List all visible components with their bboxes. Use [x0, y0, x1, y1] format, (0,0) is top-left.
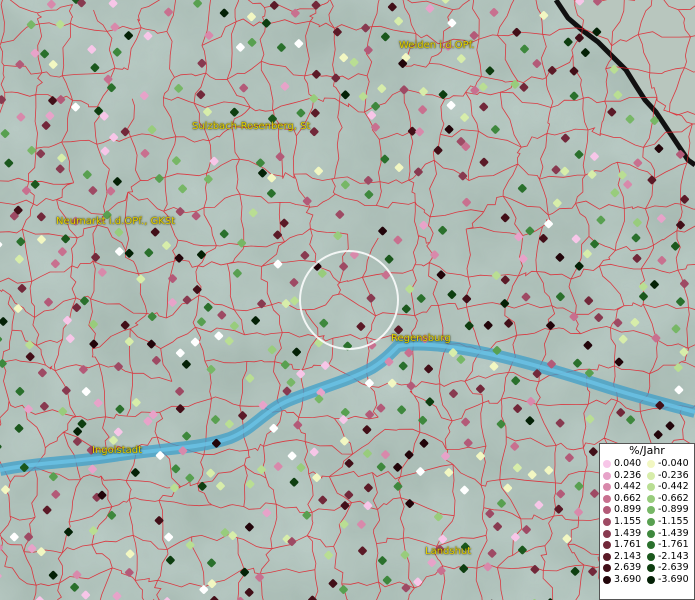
legend-swatch-negative	[647, 517, 655, 526]
legend-row: 0.236 -0.236	[600, 470, 694, 482]
legend-swatch-positive	[603, 460, 611, 468]
legend-swatch-positive	[603, 471, 611, 480]
legend-swatch-positive	[603, 541, 611, 550]
legend-value-positive: 2.639	[614, 562, 642, 574]
legend-swatch-positive	[603, 483, 611, 492]
legend-row: 3.690 -3.690	[600, 574, 694, 586]
legend-value-negative: -0.899	[658, 504, 689, 516]
legend-row: 0.442 -0.442	[600, 481, 694, 493]
map-view[interactable]: Weiden i.d.OPf. Sulzbach-Rosenberg, St N…	[0, 0, 695, 600]
legend-row: 0.899 -0.899	[600, 504, 694, 516]
city-label-weiden: Weiden i.d.OPf.	[399, 40, 475, 51]
legend-swatch-positive	[603, 552, 611, 561]
legend-swatch-negative	[647, 460, 655, 468]
legend-swatch-negative	[647, 494, 655, 503]
legend-swatch-positive	[603, 575, 611, 584]
map-canvas	[0, 0, 695, 600]
legend-row: 2.143 -2.143	[600, 551, 694, 563]
legend-value-negative: -2.639	[658, 562, 689, 574]
legend-swatch-negative	[647, 541, 655, 550]
city-label-sulzbach-rosenberg: Sulzbach-Rosenberg, St	[192, 121, 311, 132]
legend-value-negative: -2.143	[658, 550, 689, 562]
legend-swatch-positive	[603, 494, 611, 503]
city-label-regensburg: Regensburg	[391, 333, 451, 344]
legend-row: 0.040 -0.040	[600, 458, 694, 470]
legend: %/Jahr 0.040 -0.040 0.236 -0.236 0.442 -0.442…	[599, 443, 695, 600]
legend-value-positive: 3.690	[614, 573, 642, 585]
city-label-landshut: Landshut	[425, 546, 472, 557]
legend-swatch-negative	[647, 506, 655, 515]
legend-swatch-positive	[603, 506, 611, 515]
legend-value-negative: -1.439	[658, 527, 689, 539]
legend-value-negative: -0.040	[658, 458, 689, 469]
city-label-neumarkt: Neumarkt i.d.OPf., GKSt	[56, 216, 176, 227]
legend-value-positive: 0.899	[614, 504, 642, 516]
legend-row: 0.662 -0.662	[600, 493, 694, 505]
legend-value-positive: 0.040	[614, 458, 642, 469]
legend-row: 1.439 -1.439	[600, 528, 694, 540]
legend-value-positive: 2.143	[614, 550, 642, 562]
legend-swatch-positive	[603, 517, 611, 526]
legend-value-negative: -0.442	[658, 481, 689, 493]
legend-value-negative: -3.690	[658, 573, 689, 585]
legend-swatch-positive	[603, 529, 611, 538]
legend-swatch-negative	[647, 483, 655, 492]
city-label-ingolstadt: Ingolstadt	[92, 445, 143, 456]
legend-title: %/Jahr	[629, 444, 665, 457]
legend-swatch-positive	[603, 564, 611, 573]
legend-value-negative: -1.761	[658, 539, 689, 551]
legend-value-negative: -0.236	[658, 469, 689, 481]
legend-swatch-negative	[647, 471, 655, 480]
legend-row: 1.761 -1.761	[600, 539, 694, 551]
legend-value-positive: 0.442	[614, 481, 642, 493]
legend-value-positive: 1.155	[614, 515, 642, 527]
legend-swatch-negative	[647, 564, 655, 573]
legend-value-negative: -1.155	[658, 515, 689, 527]
legend-value-negative: -0.662	[658, 492, 689, 504]
legend-row: 2.639 -2.639	[600, 562, 694, 574]
legend-swatch-negative	[647, 529, 655, 538]
legend-swatch-negative	[647, 552, 655, 561]
legend-row: 1.155 -1.155	[600, 516, 694, 528]
legend-value-positive: 0.662	[614, 492, 642, 504]
legend-value-positive: 0.236	[614, 469, 642, 481]
legend-value-positive: 1.761	[614, 539, 642, 551]
legend-value-positive: 1.439	[614, 527, 642, 539]
legend-swatch-negative	[647, 575, 655, 584]
